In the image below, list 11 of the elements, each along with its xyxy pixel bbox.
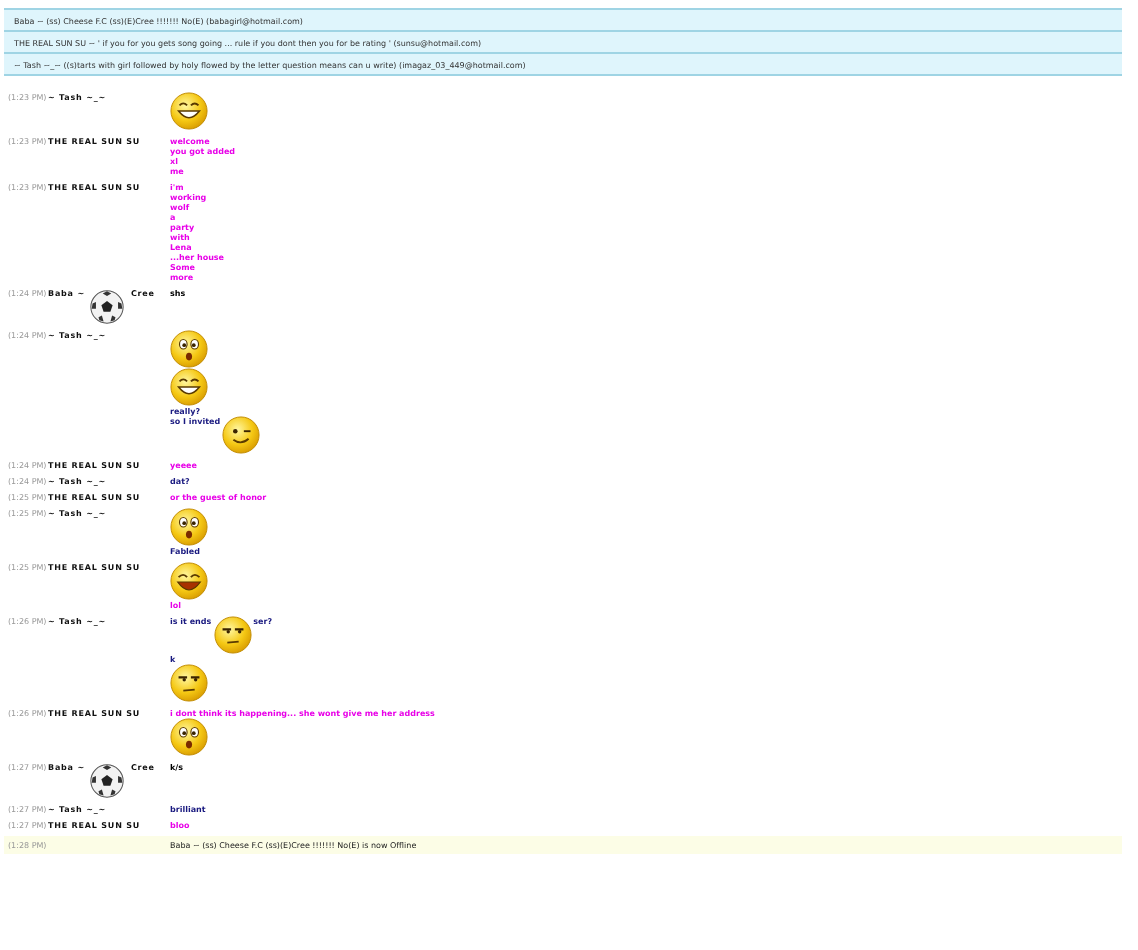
smiley-icon xyxy=(170,92,208,130)
smiley-icon xyxy=(222,416,261,454)
soccer-ball-icon xyxy=(90,290,125,324)
smiley-icon xyxy=(213,616,252,654)
smiley-icon xyxy=(170,664,208,702)
smiley-icon xyxy=(170,562,208,600)
smiley-icon xyxy=(170,508,208,546)
smiley-icon xyxy=(170,368,208,406)
smiley-icon xyxy=(170,718,208,756)
soccer-ball-icon xyxy=(90,764,125,798)
smiley-icon xyxy=(170,330,208,368)
